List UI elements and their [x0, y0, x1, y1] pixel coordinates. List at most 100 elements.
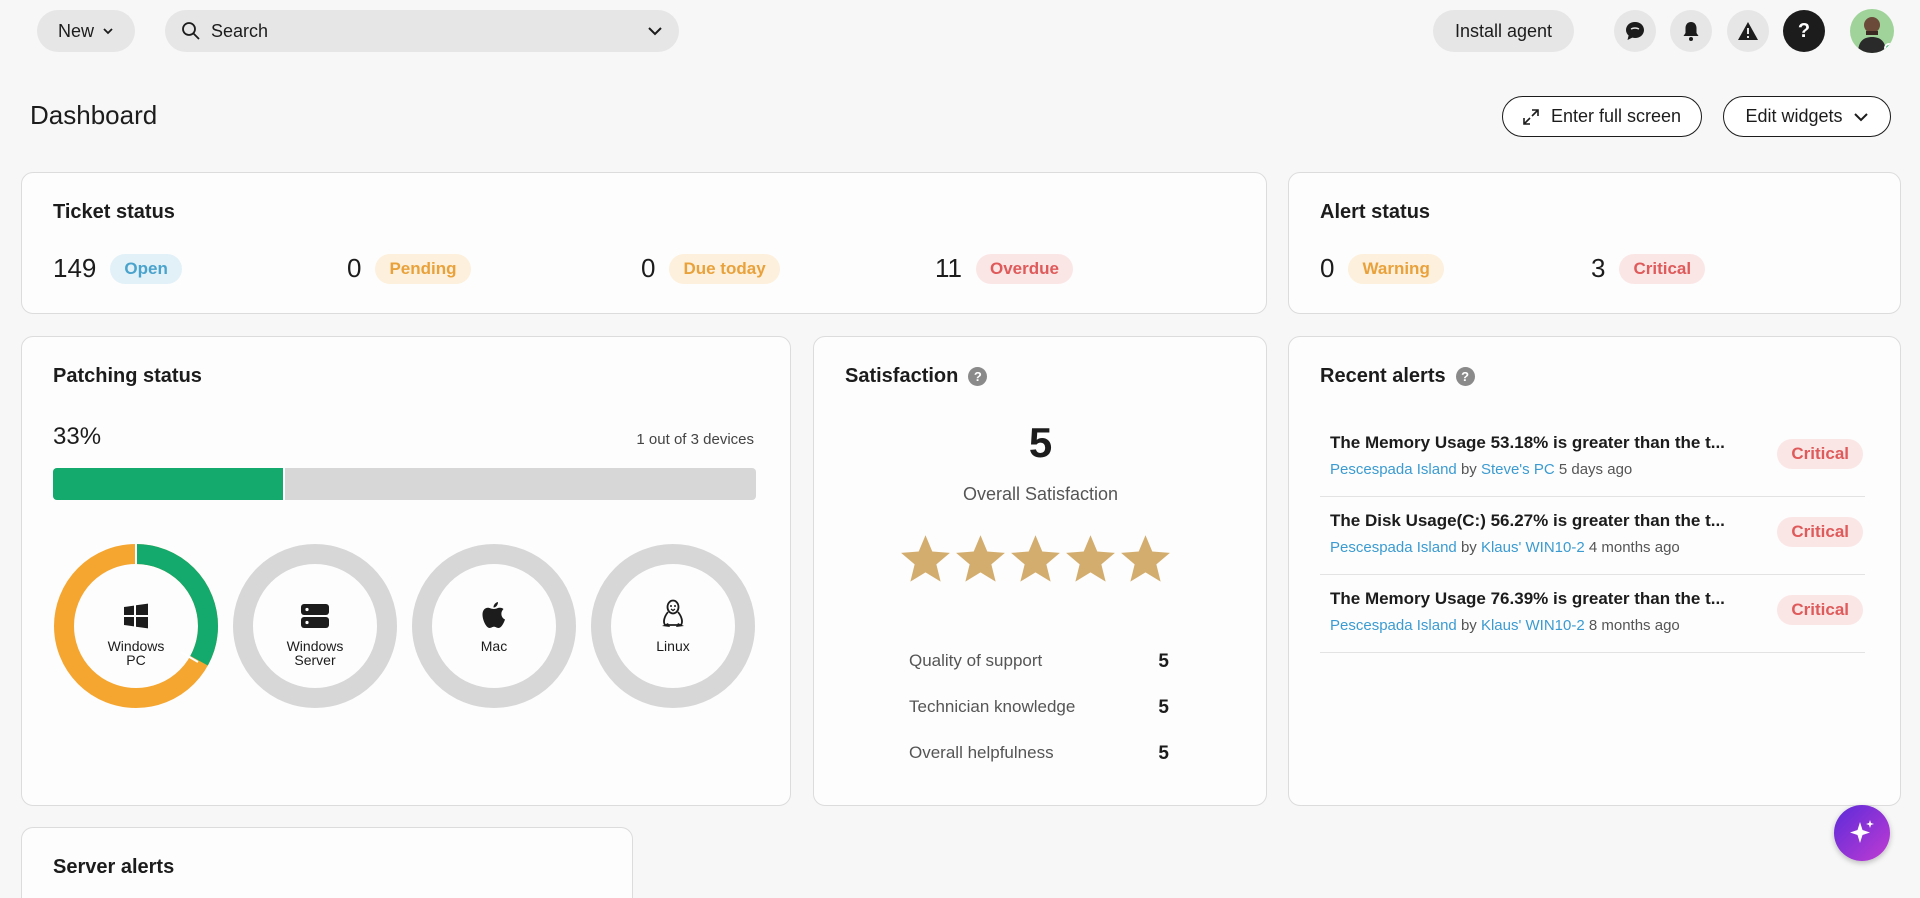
severity-badge: Critical	[1777, 439, 1863, 469]
star-icon	[901, 535, 950, 582]
alert-site-link[interactable]: Pescespada Island	[1330, 617, 1457, 634]
status-badge-critical: Critical	[1619, 253, 1706, 284]
alert-device-link[interactable]: Steve's PC	[1481, 461, 1555, 478]
online-status-icon	[1884, 43, 1894, 53]
satisfaction-subtitle: Overall Satisfaction	[962, 484, 1119, 504]
alert-by: by	[1460, 539, 1477, 556]
star-icon	[1011, 535, 1060, 582]
donut-mac[interactable]: Mac	[411, 543, 577, 709]
alert-meta: Pescespada Island by Klaus' WIN10-2 8 mo…	[1330, 617, 1680, 634]
alert-time: 4 months ago	[1588, 539, 1680, 556]
ticket-stat-overdue[interactable]: 11 Overdue	[935, 253, 1073, 284]
ticket-status-card: Ticket status 149 Open 0 Pending 0 Due t…	[21, 172, 1267, 314]
alert-status-title: Alert status	[1320, 201, 1431, 223]
donut-linux[interactable]: Linux	[590, 543, 756, 709]
alert-time: 5 days ago	[1558, 461, 1633, 478]
alert-meta: Pescespada Island by Klaus' WIN10-2 4 mo…	[1330, 539, 1680, 556]
search-bar[interactable]	[165, 10, 679, 52]
star-icon	[1066, 535, 1115, 582]
bell-icon	[1683, 22, 1699, 41]
page-title: Dashboard	[30, 100, 158, 130]
ticket-open-count: 149	[53, 253, 97, 283]
satisfaction-row: Technician knowledge 5	[909, 697, 1169, 719]
new-button[interactable]: New	[37, 10, 135, 52]
alert-title[interactable]: The Memory Usage 53.18% is greater than …	[1330, 433, 1725, 453]
alert-title[interactable]: The Disk Usage(C:) 56.27% is greater tha…	[1330, 511, 1725, 531]
chat-button[interactable]	[1614, 10, 1656, 52]
ticket-overdue-count: 11	[935, 253, 962, 283]
alert-list-item[interactable]: The Memory Usage 53.18% is greater than …	[1320, 419, 1865, 497]
edit-widgets-label: Edit widgets	[1745, 106, 1843, 126]
status-badge-due-today: Due today	[669, 253, 780, 284]
status-badge-open: Open	[110, 253, 182, 284]
ticket-stat-pending[interactable]: 0 Pending	[347, 253, 471, 284]
enter-full-screen-label: Enter full screen	[1550, 106, 1682, 126]
help-button[interactable]: ?	[1783, 10, 1825, 52]
alert-device-link[interactable]: Klaus' WIN10-2	[1481, 539, 1585, 556]
help-icon[interactable]: ?	[968, 367, 988, 386]
edit-widgets-button[interactable]: Edit widgets	[1723, 96, 1891, 137]
alert-title[interactable]: The Memory Usage 76.39% is greater than …	[1330, 589, 1725, 609]
alert-stat-critical[interactable]: 3 Critical	[1591, 253, 1706, 284]
donut-label: Linux	[656, 638, 690, 654]
patching-status-card: Patching status 33% 1 out of 3 devices W…	[21, 336, 791, 806]
ticket-status-title: Ticket status	[53, 201, 175, 223]
user-avatar[interactable]	[1850, 9, 1894, 53]
severity-badge: Critical	[1777, 517, 1863, 547]
notifications-button[interactable]	[1670, 10, 1712, 52]
patching-percent: 33%	[53, 423, 102, 450]
install-agent-button[interactable]: Install agent	[1433, 10, 1574, 52]
recent-alerts-title: Recent alerts ?	[1320, 365, 1475, 388]
patching-status-title: Patching status	[53, 365, 202, 387]
donut-windows-server[interactable]: Windows Server	[232, 543, 398, 709]
ticket-stat-due-today[interactable]: 0 Due today	[641, 253, 780, 284]
sparkle-icon	[1850, 820, 1874, 843]
status-badge-overdue: Overdue	[976, 253, 1073, 284]
enter-full-screen-button[interactable]: Enter full screen	[1502, 96, 1702, 137]
satisfaction-row-value: 5	[1158, 697, 1169, 718]
satisfaction-card: Satisfaction ? 5 Overall Satisfaction Qu…	[813, 336, 1267, 806]
severity-badge: Critical	[1777, 595, 1863, 625]
satisfaction-score: 5	[1028, 419, 1053, 466]
status-badge-pending: Pending	[375, 253, 471, 284]
alert-stat-warning[interactable]: 0 Warning	[1320, 253, 1444, 284]
expand-icon	[1523, 108, 1539, 125]
chevron-down-icon	[103, 28, 113, 35]
top-bar: New Install agent ?	[0, 0, 1920, 62]
alert-by: by	[1460, 617, 1477, 634]
patching-progress-fill	[53, 468, 285, 500]
patching-progress-bar	[53, 468, 756, 500]
satisfaction-row-label: Technician knowledge	[909, 697, 1076, 716]
donut-label: Windows PC	[107, 638, 165, 668]
alert-site-link[interactable]: Pescespada Island	[1330, 539, 1457, 556]
status-badge-warning: Warning	[1348, 253, 1444, 284]
search-icon	[182, 22, 200, 40]
alert-list-item[interactable]: The Disk Usage(C:) 56.27% is greater tha…	[1320, 497, 1865, 575]
recent-alerts-card: Recent alerts ? The Memory Usage 53.18% …	[1288, 336, 1901, 806]
ticket-stat-open[interactable]: 149 Open	[53, 253, 182, 284]
donut-label: Windows Server	[286, 638, 344, 668]
search-input[interactable]	[211, 20, 637, 42]
help-icon[interactable]: ?	[1455, 367, 1475, 386]
alert-list-item[interactable]: The Memory Usage 76.39% is greater than …	[1320, 575, 1865, 653]
donut-windows-pc[interactable]: Windows PC	[53, 543, 219, 709]
satisfaction-row-value: 5	[1158, 743, 1169, 764]
satisfaction-row: Overall helpfulness 5	[909, 743, 1169, 765]
windows-icon	[124, 603, 148, 629]
satisfaction-row-label: Quality of support	[909, 651, 1043, 670]
alert-meta: Pescespada Island by Steve's PC 5 days a…	[1330, 461, 1632, 478]
alert-time: 8 months ago	[1588, 617, 1680, 634]
star-icon	[1121, 535, 1170, 582]
alert-warning-count: 0	[1320, 253, 1335, 283]
chat-icon	[1626, 22, 1644, 40]
alert-device-link[interactable]: Klaus' WIN10-2	[1481, 617, 1585, 634]
alerts-button[interactable]	[1727, 10, 1769, 52]
alert-status-card: Alert status 0 Warning 3 Critical	[1288, 172, 1901, 314]
chevron-down-icon	[1853, 112, 1868, 121]
star-rating	[898, 533, 1173, 585]
alert-site-link[interactable]: Pescespada Island	[1330, 461, 1457, 478]
chevron-down-icon[interactable]	[647, 23, 663, 39]
star-icon	[956, 535, 1005, 582]
server-alerts-title: Server alerts	[53, 856, 175, 878]
ai-assistant-button[interactable]	[1834, 805, 1890, 861]
